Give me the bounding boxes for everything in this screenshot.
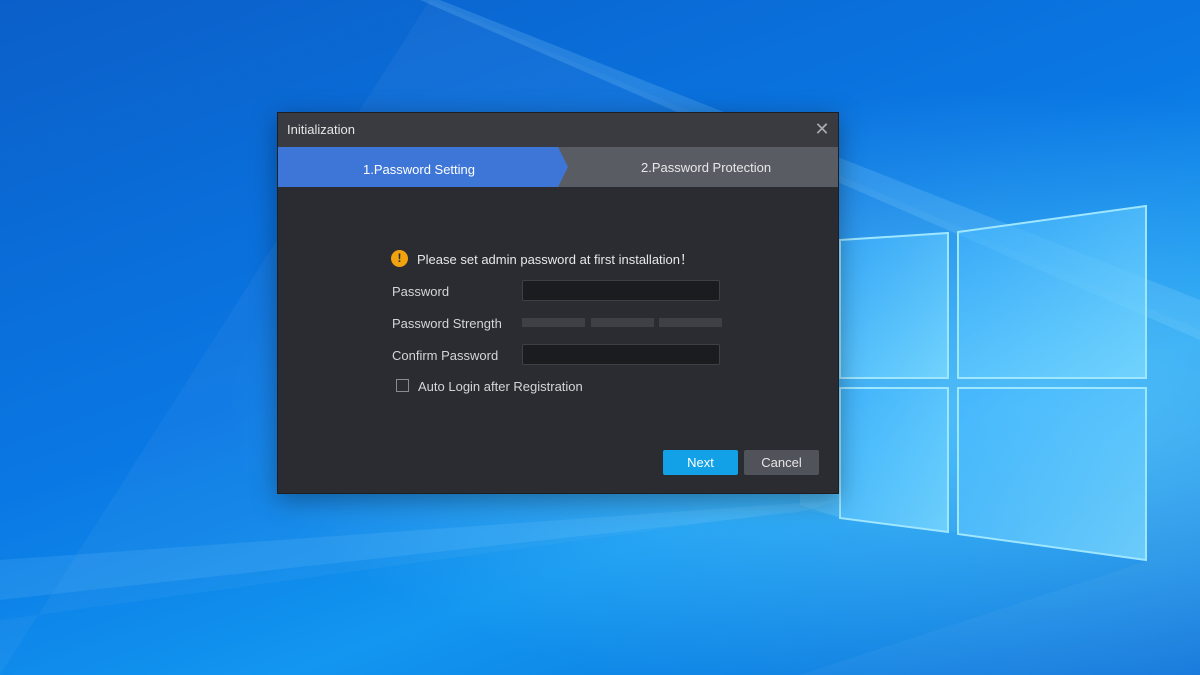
initialization-dialog: Initialization ✕ 1.Password Setting 2.Pa… bbox=[277, 112, 839, 494]
auto-login-checkbox[interactable] bbox=[396, 379, 409, 392]
confirm-password-label: Confirm Password bbox=[392, 348, 499, 363]
strength-segment-1 bbox=[522, 318, 585, 327]
auto-login-label[interactable]: Auto Login after Registration bbox=[418, 379, 583, 394]
confirm-password-input[interactable] bbox=[522, 344, 720, 365]
next-button[interactable]: Next bbox=[663, 450, 738, 475]
notice-text: Please set admin password at first insta… bbox=[417, 252, 694, 267]
step-password-protection[interactable]: 2.Password Protection bbox=[641, 160, 771, 175]
password-label: Password bbox=[392, 284, 450, 299]
strength-segment-2 bbox=[591, 318, 654, 327]
password-input[interactable] bbox=[522, 280, 720, 301]
strength-segment-3 bbox=[659, 318, 722, 327]
windows-logo bbox=[800, 204, 1147, 562]
dialog-titlebar: Initialization ✕ bbox=[278, 113, 838, 148]
password-strength-meter bbox=[522, 318, 722, 327]
dialog-title: Initialization bbox=[287, 122, 355, 137]
dialog-body: ! Please set admin password at first ins… bbox=[278, 187, 838, 493]
warning-icon: ! bbox=[391, 250, 408, 267]
notice-message: ! Please set admin password at first ins… bbox=[391, 249, 693, 268]
password-strength-label: Password Strength bbox=[392, 316, 502, 331]
cancel-button[interactable]: Cancel bbox=[744, 450, 819, 475]
step-label: 1.Password Setting bbox=[363, 162, 476, 177]
close-icon[interactable]: ✕ bbox=[812, 119, 832, 139]
wizard-steps: 1.Password Setting 2.Password Protection bbox=[278, 147, 838, 187]
step-password-setting[interactable]: 1.Password Setting bbox=[278, 147, 568, 187]
